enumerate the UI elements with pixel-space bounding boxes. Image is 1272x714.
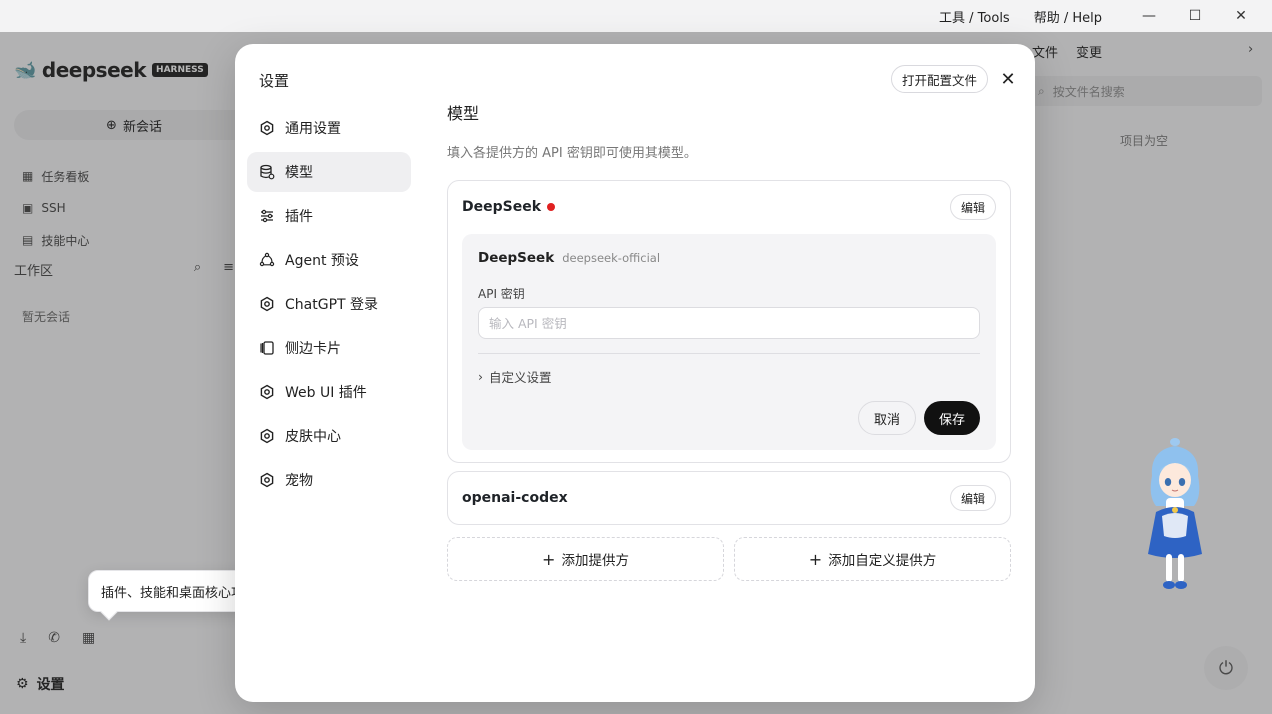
plus-icon: + <box>808 549 823 569</box>
sidebar-item-models[interactable]: 模型 <box>247 152 411 192</box>
models-content: 模型 填入各提供方的 API 密钥即可使用其模型。 <box>447 100 1011 161</box>
api-key-label: API 密钥 <box>478 287 525 301</box>
add-custom-provider-button[interactable]: + 添加自定义提供方 <box>734 537 1011 581</box>
provider-header: DeepSeek <box>462 199 556 215</box>
plus-icon: + <box>542 549 556 569</box>
sidebar-item-label: 模型 <box>285 165 313 181</box>
maximize-button[interactable]: ☐ <box>1172 0 1218 32</box>
sidebar-item-general[interactable]: 通用设置 <box>247 108 411 148</box>
gear-icon <box>259 120 275 136</box>
api-key-input[interactable] <box>478 307 980 339</box>
sidebar-item-label: 插件 <box>285 209 313 225</box>
gear-icon <box>259 428 275 444</box>
sidebar-item-skins[interactable]: 皮肤中心 <box>247 416 411 456</box>
sidebar-item-pets[interactable]: 宠物 <box>247 460 411 500</box>
section-description: 填入各提供方的 API 密钥即可使用其模型。 <box>447 146 697 161</box>
database-icon <box>259 164 275 180</box>
save-button[interactable]: 保存 <box>924 401 980 435</box>
section-heading: 模型 <box>447 104 480 123</box>
add-custom-provider-label: 添加自定义提供方 <box>828 553 937 569</box>
provider-id: deepseek-official <box>562 251 661 265</box>
custom-settings-toggle[interactable]: › 自定义设置 <box>478 367 552 386</box>
edit-provider-button[interactable]: 编辑 <box>950 485 997 511</box>
close-window-button[interactable]: ✕ <box>1218 0 1264 32</box>
sidebar-item-agent-presets[interactable]: Agent 预设 <box>247 240 411 280</box>
mascot-character[interactable] <box>1142 436 1208 592</box>
sidebar-item-label: ChatGPT 登录 <box>285 297 379 313</box>
tools-menu[interactable]: 工具 / Tools <box>939 7 1010 26</box>
open-config-button[interactable]: 打开配置文件 <box>891 65 989 93</box>
gear-icon <box>259 296 275 312</box>
sliders-icon <box>259 208 275 224</box>
cards-icon <box>259 340 275 356</box>
custom-settings-label: 自定义设置 <box>489 370 552 385</box>
cancel-button[interactable]: 取消 <box>858 401 916 435</box>
provider-config-panel: DeepSeek deepseek-official API 密钥 › 自定义设… <box>462 234 996 450</box>
gear-icon <box>259 472 275 488</box>
status-dot-icon <box>547 203 556 211</box>
modal-close-button[interactable]: ✕ <box>995 66 1021 92</box>
sidebar-item-side-cards[interactable]: 侧边卡片 <box>247 328 411 368</box>
gear-icon <box>259 384 275 400</box>
sidebar-item-label: Agent 预设 <box>285 253 359 269</box>
sidebar-item-label: 宠物 <box>285 473 313 489</box>
provider-name: openai-codex <box>462 490 568 506</box>
sidebar-item-chatgpt-login[interactable]: ChatGPT 登录 <box>247 284 411 324</box>
help-menu[interactable]: 帮助 / Help <box>1034 7 1102 26</box>
chevron-right-icon: › <box>478 369 483 384</box>
sidebar-item-label: 皮肤中心 <box>285 429 341 445</box>
sidebar-item-label: Web UI 插件 <box>285 385 367 401</box>
add-provider-label: 添加提供方 <box>561 553 629 569</box>
minimize-button[interactable]: — <box>1126 0 1172 32</box>
settings-sidebar: 通用设置 模型 插件 Agent 预设 ChatGPT 登录 侧边卡片 Web … <box>247 108 411 504</box>
title-bar: 工具 / Tools 帮助 / Help — ☐ ✕ <box>0 0 1272 32</box>
sidebar-item-plugins[interactable]: 插件 <box>247 196 411 236</box>
divider <box>478 353 980 354</box>
settings-modal: 设置 打开配置文件 ✕ 通用设置 模型 插件 Agent 预设 ChatGPT … <box>235 44 1035 702</box>
provider-card-deepseek: DeepSeek 编辑 DeepSeek deepseek-official A… <box>447 180 1011 463</box>
provider-config-title: DeepSeek deepseek-official <box>478 250 660 266</box>
provider-card-openai-codex[interactable]: openai-codex 编辑 <box>447 471 1011 525</box>
sidebar-item-label: 侧边卡片 <box>285 341 341 357</box>
provider-name: DeepSeek <box>462 199 542 215</box>
agent-icon <box>259 252 275 268</box>
edit-provider-button[interactable]: 编辑 <box>950 194 997 220</box>
sidebar-item-webui-plugins[interactable]: Web UI 插件 <box>247 372 411 412</box>
sidebar-item-label: 通用设置 <box>285 121 341 137</box>
add-provider-button[interactable]: + 添加提供方 <box>447 537 724 581</box>
config-title: DeepSeek <box>478 250 555 266</box>
modal-title: 设置 <box>259 72 290 90</box>
